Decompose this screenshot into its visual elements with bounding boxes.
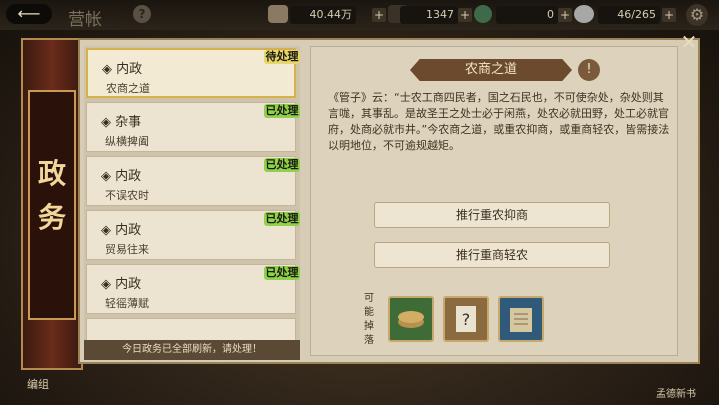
book-reward-icon[interactable]	[498, 296, 544, 342]
item-category: ◈ 内政	[102, 62, 143, 77]
coin-count: 0	[496, 6, 558, 24]
help-button[interactable]: ?	[133, 5, 151, 23]
mystery-scroll-icon: ?	[456, 306, 476, 332]
add-silver-button[interactable]: +	[372, 8, 386, 22]
item-category: ◈ 内政	[101, 169, 142, 184]
close-button[interactable]: ✕	[679, 32, 699, 52]
list-item-partial[interactable]	[86, 318, 296, 340]
refresh-note: 今日政务已全部刷新，请处理！	[84, 340, 300, 360]
left-banner: 政务	[21, 38, 83, 370]
back-button[interactable]: ⟵	[6, 4, 52, 24]
drop-label: 可能掉落	[364, 293, 374, 346]
option-button-agriculture[interactable]: 推行重农抑商	[374, 202, 610, 228]
unknown-reward-icon[interactable]: ?	[443, 296, 489, 342]
status-badge: 已处理	[264, 158, 300, 172]
stamina-icon	[574, 5, 594, 23]
coins-reward-icon[interactable]	[388, 296, 434, 342]
item-name: 纵横捭阖	[105, 135, 149, 148]
stamina-count: 46/265	[598, 6, 660, 24]
top-bar: ⟵ 营帐 ? 40.44万 + 1347 + 0 + 46/265 + ⚙	[0, 0, 719, 30]
item-name: 贸易往来	[105, 243, 149, 256]
detail-text: 《管子》云：“士农工商四民者，国之石民也，不可使杂处，杂处则其言哤，其事乱。是故…	[328, 91, 670, 152]
gear-icon[interactable]: ⚙	[686, 4, 708, 26]
jade-count: 1347	[400, 6, 458, 24]
back-arrow-icon: ⟵	[17, 4, 41, 23]
svg-text:?: ?	[462, 310, 471, 329]
book-icon	[510, 308, 532, 332]
item-category: ◈ 内政	[101, 223, 142, 238]
item-name: 不误农时	[105, 189, 149, 202]
silver-icon	[268, 5, 288, 23]
coin-icon	[474, 5, 492, 23]
banner-title: 政务	[37, 157, 66, 234]
item-category: ◈ 内政	[101, 277, 142, 292]
book-button[interactable]: 孟德新书	[656, 385, 696, 400]
status-badge: 待处理	[264, 50, 300, 64]
item-name: 农商之道	[106, 82, 150, 95]
coins-icon	[398, 311, 424, 328]
affairs-list: ◈ 内政 农商之道 ◈ 杂事 纵横捭阖 ◈ 内政 不误农时 ◈ 内政 贸易往来 …	[84, 46, 300, 340]
status-badge: 已处理	[264, 104, 300, 118]
add-jade-button[interactable]: +	[458, 8, 472, 22]
info-button[interactable]: !	[578, 59, 600, 81]
option-button-commerce[interactable]: 推行重商轻农	[374, 242, 610, 268]
add-coin-button[interactable]: +	[558, 8, 572, 22]
status-badge: 已处理	[264, 212, 300, 226]
status-badge: 已处理	[264, 266, 300, 280]
silver-count: 40.44万	[290, 6, 356, 24]
item-category: ◈ 杂事	[101, 115, 142, 130]
formation-button[interactable]: 编组	[27, 376, 49, 392]
detail-title: 农商之道	[410, 59, 572, 81]
add-stamina-button[interactable]: +	[662, 8, 676, 22]
page-title: 营帐	[68, 10, 102, 30]
item-name: 轻徭薄赋	[105, 297, 149, 310]
banner-inner: 政务	[28, 90, 76, 320]
